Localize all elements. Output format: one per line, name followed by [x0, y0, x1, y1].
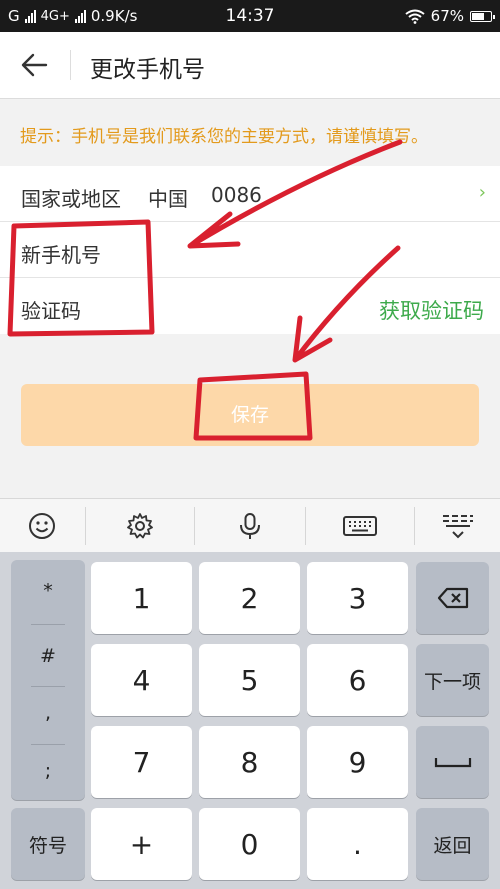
symbol-key[interactable]: ;	[11, 760, 85, 782]
status-bar: G 4G+ 0.9K/s 14:37 67%	[0, 0, 500, 32]
symbol-key[interactable]: #	[11, 645, 85, 667]
battery-percent: 67%	[430, 7, 464, 25]
keyboard-toolbar	[0, 498, 500, 553]
key-8[interactable]: 8	[199, 726, 300, 798]
next-key[interactable]: 下一项	[416, 644, 489, 716]
region-code: 0086	[211, 183, 262, 207]
region-label: 国家或地区	[21, 187, 121, 211]
key-3[interactable]: 3	[307, 562, 408, 634]
smiley-icon[interactable]	[27, 511, 57, 541]
wifi-icon	[405, 9, 425, 24]
region-value: 中国	[148, 187, 188, 211]
key-7[interactable]: 7	[91, 726, 192, 798]
key-4[interactable]: 4	[91, 644, 192, 716]
symbol-key[interactable]: *	[11, 580, 85, 602]
page-title: 更改手机号	[90, 57, 205, 83]
symbol-column: * # , ;	[11, 560, 85, 800]
phone-placeholder: 新手机号	[21, 243, 101, 267]
key-0[interactable]: 0	[199, 808, 300, 880]
symbol-divider	[31, 744, 65, 745]
toolbar-divider	[194, 507, 195, 545]
chevron-right-icon: ›	[478, 182, 486, 203]
symbol-divider	[31, 624, 65, 625]
key-dot[interactable]: .	[307, 808, 408, 880]
code-field[interactable]: 验证码 获取验证码	[0, 278, 500, 334]
symbol-key[interactable]: ,	[11, 702, 85, 724]
key-2[interactable]: 2	[199, 562, 300, 634]
backspace-icon	[437, 587, 468, 609]
collapse-keyboard-icon[interactable]	[440, 511, 476, 541]
symbol-switch-key[interactable]: 符号	[11, 808, 85, 880]
return-key[interactable]: 返回	[416, 808, 489, 880]
microphone-icon[interactable]	[235, 511, 265, 541]
battery-icon	[470, 10, 495, 22]
phone-field[interactable]: 新手机号	[0, 222, 500, 278]
key-6[interactable]: 6	[307, 644, 408, 716]
keyboard-icon[interactable]	[342, 511, 378, 541]
key-5[interactable]: 5	[199, 644, 300, 716]
key-9[interactable]: 9	[307, 726, 408, 798]
save-button[interactable]: 保存	[21, 384, 479, 446]
symbol-divider	[31, 686, 65, 687]
region-row[interactable]: 国家或地区 中国 0086 ›	[0, 166, 500, 222]
space-key[interactable]	[416, 726, 489, 798]
toolbar-divider	[414, 507, 415, 545]
header-divider	[70, 50, 71, 80]
numeric-keyboard: * # , ; 1 2 3 4 5 6 下一项 7 8 9 符号 + 0 . 返…	[0, 552, 500, 889]
key-1[interactable]: 1	[91, 562, 192, 634]
toolbar-divider	[85, 507, 86, 545]
backspace-key[interactable]	[416, 562, 489, 634]
tip-text: 提示：手机号是我们联系您的主要方式，请谨慎填写。	[20, 127, 428, 147]
get-code-button[interactable]: 获取验证码	[379, 295, 484, 325]
space-icon	[434, 758, 471, 768]
code-placeholder: 验证码	[21, 299, 81, 323]
toolbar-divider	[305, 507, 306, 545]
header: 更改手机号	[0, 32, 500, 99]
back-arrow-icon[interactable]	[18, 48, 52, 82]
key-plus[interactable]: +	[91, 808, 192, 880]
gear-icon[interactable]	[125, 511, 155, 541]
